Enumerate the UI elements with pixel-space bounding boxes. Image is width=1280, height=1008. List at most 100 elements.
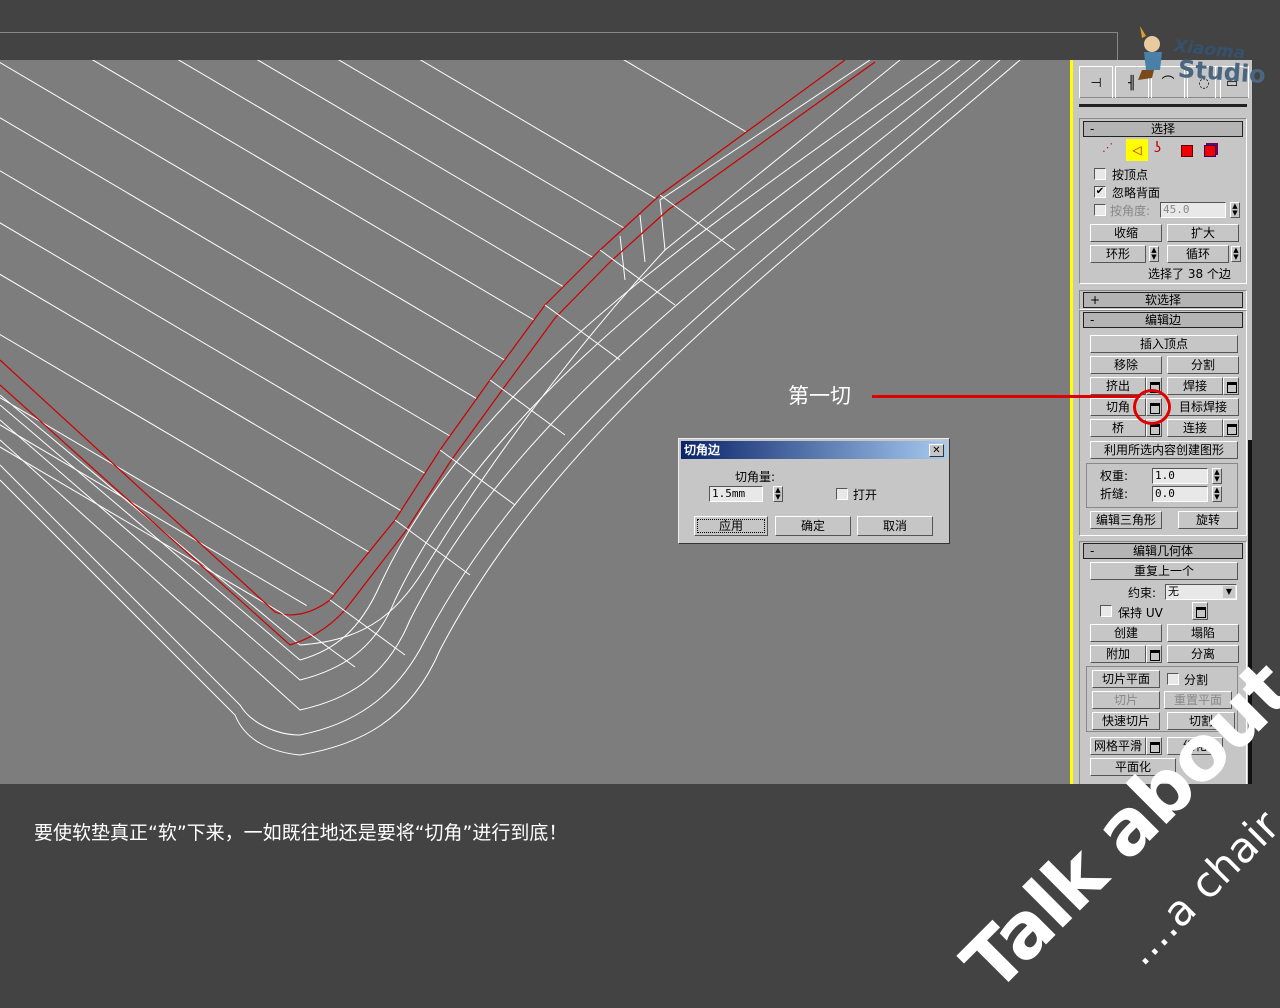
target-weld-button[interactable]: 目标焊接 [1167,398,1239,416]
mesh-edge [394,519,471,576]
by-vertex-checkbox[interactable] [1094,168,1106,180]
vertex-mode-icon[interactable]: ⋰ [1102,141,1113,154]
constraints-value: 无 [1168,585,1179,598]
connect-button[interactable]: 连接 [1167,419,1223,437]
constraints-dropdown[interactable]: 无 ▼ [1165,584,1237,600]
element-mode-icon[interactable] [1204,145,1216,157]
mesh-edge [599,249,676,306]
wireframe-mesh [0,60,1021,756]
reset-plane-button[interactable]: 重置平面 [1164,691,1232,709]
attach-settings-button[interactable] [1146,645,1162,663]
mesh-edge [0,273,402,512]
edit-triangulation-button[interactable]: 编辑三角形 [1090,511,1162,529]
frame-line [0,32,1118,33]
split-label: 分割 [1184,673,1209,687]
ignore-backfacing-label: 忽略背面 [1112,186,1161,200]
by-angle-checkbox[interactable] [1094,204,1106,216]
bridge-button[interactable]: 桥 [1090,419,1146,437]
turn-button[interactable]: 旋转 [1178,511,1238,529]
mesh-edge [337,60,625,229]
rollout-title: 软选择 [1144,293,1181,307]
create-tab-pin-icon[interactable]: ⊣ [1079,66,1113,98]
split-checkbox[interactable] [1167,673,1179,685]
meshsmooth-settings-button[interactable] [1146,737,1162,755]
mascot-icon [1138,26,1162,80]
mesh-edge [623,60,747,133]
mesh-edge [279,611,356,668]
attach-button[interactable]: 附加 [1090,645,1146,663]
open-checkbox[interactable] [836,488,848,500]
annotation-first-cut: 第一切 [788,384,851,408]
create-button[interactable]: 创建 [1090,624,1162,642]
rollout-header-selection[interactable]: - 选择 [1083,121,1243,137]
angle-spinner[interactable]: ▲ ▼ [1230,202,1240,218]
chamfer-amount-field[interactable]: 1.5mm [709,486,763,502]
detach-button[interactable]: 分离 [1167,645,1239,663]
cut-button[interactable]: 切割 [1167,712,1235,730]
close-icon[interactable]: ✕ [929,444,944,457]
tessellate-button[interactable]: 细化 [1167,737,1223,755]
crease-field[interactable]: 0.0 [1152,486,1208,502]
selection-status: 选择了 38 个边 [1148,267,1231,281]
mesh-edge [0,117,477,400]
extrude-button[interactable]: 挤出 [1090,377,1146,395]
watermark-line2: ....a chair [1115,800,1280,975]
ring-spinner[interactable]: ▲ ▼ [1149,246,1159,262]
create-shape-button[interactable]: 利用所选内容创建图形 [1090,441,1238,459]
cancel-button[interactable]: 取消 [857,516,933,536]
angle-field[interactable]: 45.0 [1160,202,1226,218]
weight-field[interactable]: 1.0 [1152,468,1208,484]
remove-button[interactable]: 移除 [1090,356,1162,374]
shrink-button[interactable]: 收缩 [1090,224,1162,242]
loop-button[interactable]: 循环 [1167,245,1229,263]
loop-spinner[interactable]: ▲ ▼ [1231,246,1241,262]
slice-plane-button[interactable]: 切片平面 [1092,670,1160,688]
annotation-highlight-circle [1133,389,1171,425]
connect-settings-button[interactable] [1223,419,1239,437]
rollout-header-edit-geometry[interactable]: - 编辑几何体 [1083,543,1243,559]
polygon-mode-icon[interactable] [1181,145,1193,157]
apply-button[interactable]: 应用 [694,516,768,536]
mesh-edge [0,62,505,361]
xiaoma-studio-logo: Xiaoma Studio [1128,22,1267,89]
rollout-title: 选择 [1150,122,1175,136]
weld-button[interactable]: 焊接 [1167,377,1223,395]
crease-spinner[interactable]: ▲ ▼ [1212,486,1222,502]
rollout-title: 编辑几何体 [1132,544,1193,558]
panel-scrollbar[interactable] [1248,440,1252,784]
by-angle-label: 按角度: [1110,204,1151,218]
meshsmooth-button[interactable]: 网格平滑 [1090,737,1146,755]
edge-mode-icon[interactable]: ◁ [1126,139,1148,161]
rollout-soft-selection: + 软选择 [1079,290,1247,310]
annotation-pointer-line [872,395,1140,398]
rollout-header-edit-edges[interactable]: - 编辑边 [1083,312,1243,328]
grow-button[interactable]: 扩大 [1167,224,1239,242]
rollout-header-soft-selection[interactable]: + 软选择 [1083,292,1243,308]
ignore-backfacing-checkbox[interactable]: ✔ [1094,186,1106,198]
rollout-selection: - 选择 ⋰ ◁ ʖ 按顶点 ✔ 忽略背面 按角度: 45.0 ▲ ▼ 收缩 扩大 … [1079,118,1247,284]
border-mode-icon[interactable]: ʖ [1154,140,1161,156]
chamfer-amount-spinner[interactable]: ▲ ▼ [773,486,783,502]
ring-button[interactable]: 环形 [1090,245,1146,263]
repeat-last-button[interactable]: 重复上一个 [1090,562,1238,580]
mesh-edge [91,60,535,321]
split-button[interactable]: 分割 [1167,356,1239,374]
constraints-label: 约束: [1128,586,1157,600]
viewport[interactable] [0,60,1070,784]
make-planar-button[interactable]: 平面化 [1090,758,1176,776]
weld-settings-button[interactable] [1223,377,1239,395]
quickslice-button[interactable]: 快速切片 [1092,712,1160,730]
preserve-uv-settings-button[interactable] [1192,602,1208,620]
by-vertex-label: 按顶点 [1112,168,1149,182]
dialog-title: 切角边 [681,441,947,459]
collapse-button[interactable]: 塌陷 [1167,624,1239,642]
frame-line [1117,32,1118,62]
weight-spinner[interactable]: ▲ ▼ [1212,468,1222,484]
preserve-uv-checkbox[interactable] [1100,605,1112,617]
slice-button[interactable]: 切片 [1092,691,1160,709]
insert-vertex-button[interactable]: 插入顶点 [1090,335,1238,353]
ok-button[interactable]: 确定 [775,516,851,536]
logo-text-studio: Studio [1177,54,1267,90]
crease-label: 折缝: [1100,487,1129,501]
weight-label: 权重: [1100,469,1129,483]
